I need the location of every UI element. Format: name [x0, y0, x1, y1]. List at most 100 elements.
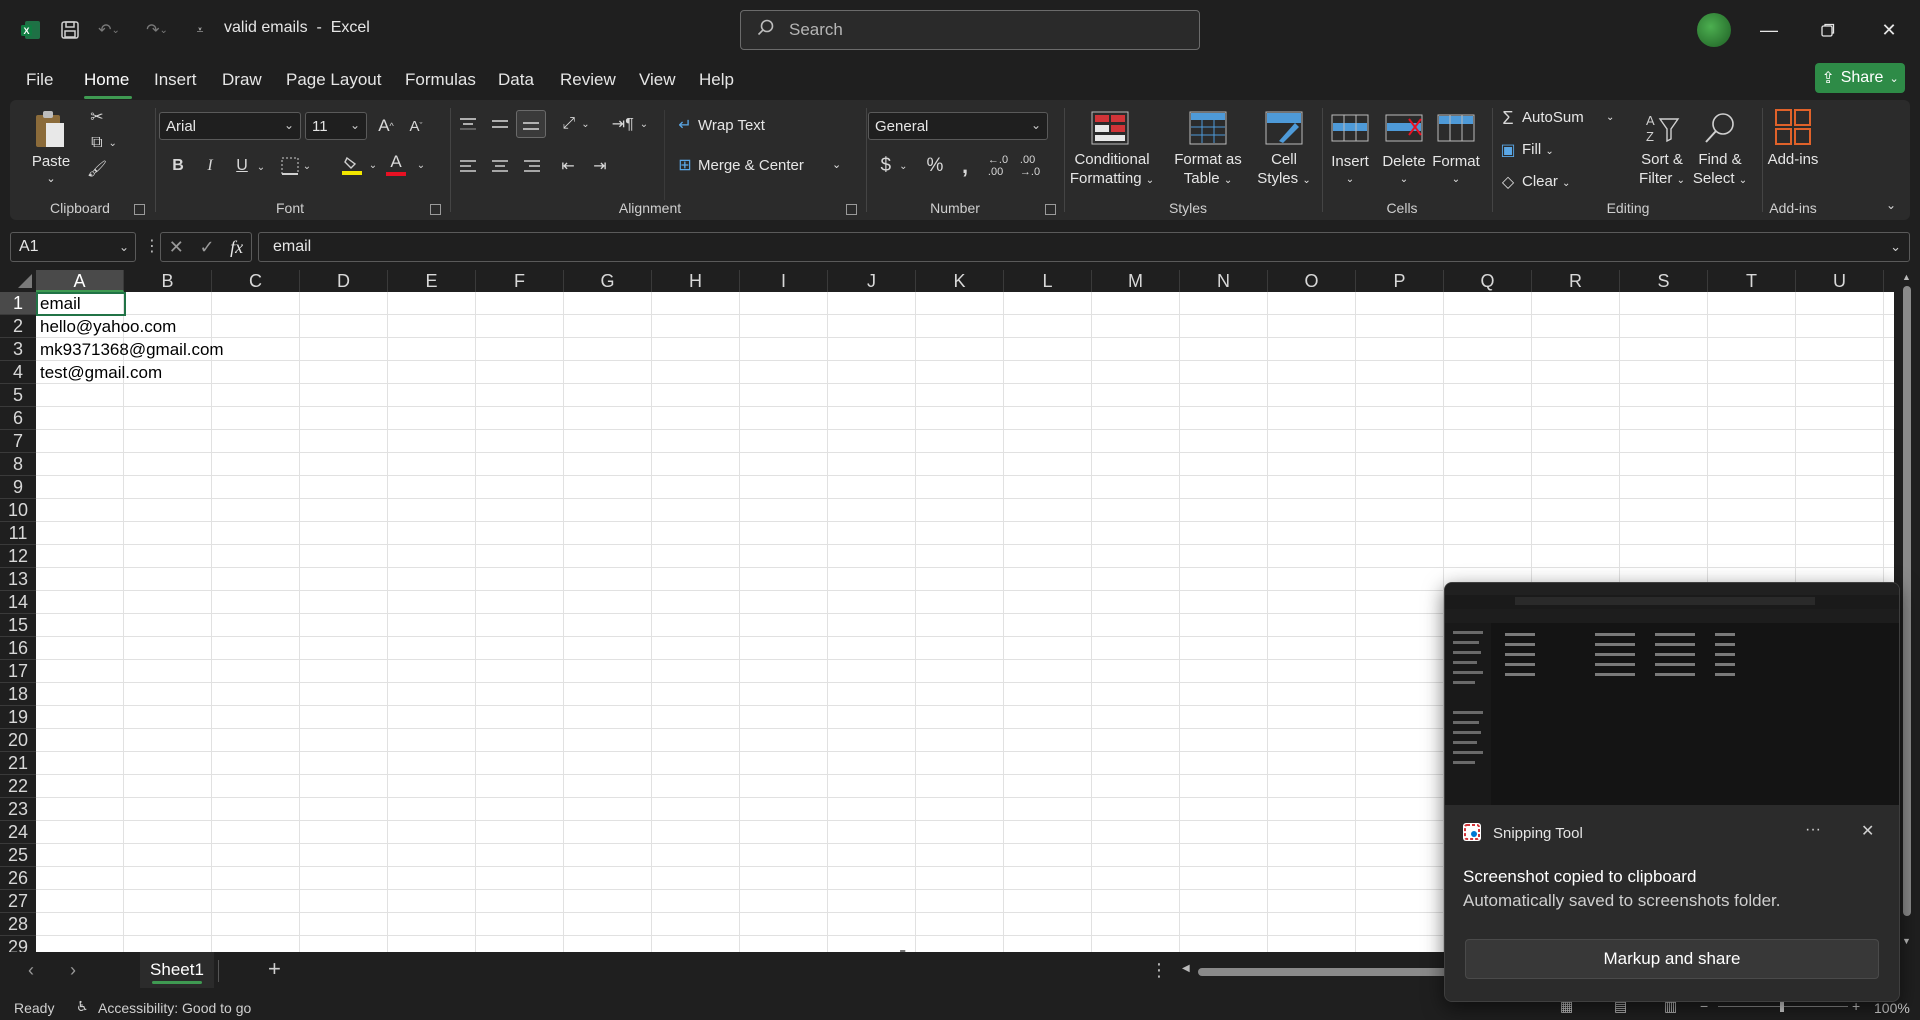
select-all-button[interactable] [0, 270, 36, 292]
row-header-1[interactable]: 1 [0, 292, 36, 315]
row-header-9[interactable]: 9 [0, 476, 36, 499]
dialog-launcher-icon[interactable] [1045, 204, 1056, 215]
column-header-u[interactable]: U [1796, 270, 1884, 292]
borders-icon[interactable]: ⌄ [276, 154, 316, 178]
column-header-d[interactable]: D [300, 270, 388, 292]
row-header-14[interactable]: 14 [0, 591, 36, 614]
add-sheet-button[interactable]: + [268, 956, 281, 982]
cell-a2[interactable]: hello@yahoo.com [40, 315, 176, 338]
row-header-29[interactable]: 29 [0, 936, 36, 952]
column-header-b[interactable]: B [124, 270, 212, 292]
screenshot-preview[interactable] [1445, 583, 1899, 805]
cell-a3[interactable]: mk9371368@gmail.com [40, 338, 224, 361]
align-left-icon[interactable] [454, 154, 482, 178]
sheet-tab-sheet1[interactable]: Sheet1 [140, 952, 214, 988]
tab-help[interactable]: Help [699, 70, 734, 90]
paste-button[interactable]: Paste [24, 152, 78, 171]
row-header-5[interactable]: 5 [0, 384, 36, 407]
column-header-c[interactable]: C [212, 270, 300, 292]
clear-button[interactable]: Clear ⌄ [1522, 172, 1570, 193]
row-header-17[interactable]: 17 [0, 660, 36, 683]
find-select-button[interactable]: Find & Select ⌄ [1688, 150, 1752, 190]
font-color-icon[interactable]: A [384, 150, 408, 178]
tab-data[interactable]: Data [498, 70, 534, 90]
autosum-button[interactable]: AutoSum [1522, 108, 1584, 127]
row-header-22[interactable]: 22 [0, 775, 36, 798]
row-header-21[interactable]: 21 [0, 752, 36, 775]
search-input[interactable]: Search [740, 10, 1200, 50]
row-header-2[interactable]: 2 [0, 315, 36, 338]
undo-icon[interactable]: ↶ ⌄ [92, 17, 126, 43]
row-header-13[interactable]: 13 [0, 568, 36, 591]
scroll-down-icon[interactable]: ▼ [1902, 936, 1911, 946]
tab-page-layout[interactable]: Page Layout [286, 70, 381, 90]
customize-qat-icon[interactable]: ⩡ [190, 17, 210, 43]
zoom-level[interactable]: 100% [1874, 1000, 1910, 1016]
decrease-indent-icon[interactable]: ⇤ [554, 154, 582, 178]
conditional-formatting-button[interactable]: Conditional Formatting ⌄ [1068, 150, 1156, 190]
insert-function-icon[interactable]: fx [230, 237, 243, 258]
close-icon[interactable]: ✕ [1866, 12, 1912, 48]
tab-draw[interactable]: Draw [222, 70, 262, 90]
tab-formulas[interactable]: Formulas [405, 70, 476, 90]
chevron-down-icon[interactable]: ⌄ [24, 170, 78, 189]
row-header-23[interactable]: 23 [0, 798, 36, 821]
text-direction-icon[interactable]: ⇥¶ ⌄ [608, 112, 652, 136]
number-format-dropdown[interactable]: General ⌄ [868, 112, 1048, 140]
collapse-ribbon-icon[interactable]: ⌄ [1882, 196, 1900, 214]
row-header-25[interactable]: 25 [0, 844, 36, 867]
italic-button[interactable]: I [198, 154, 222, 178]
row-header-20[interactable]: 20 [0, 729, 36, 752]
format-button[interactable]: Format [1426, 152, 1486, 171]
cell-a4[interactable]: test@gmail.com [40, 361, 162, 384]
column-header-f[interactable]: F [476, 270, 564, 292]
column-header-k[interactable]: K [916, 270, 1004, 292]
scroll-left-icon[interactable]: ◀ [1182, 963, 1190, 974]
row-header-4[interactable]: 4 [0, 361, 36, 384]
scroll-thumb[interactable] [1903, 286, 1911, 916]
chevron-down-icon[interactable]: ⌄ [1374, 170, 1434, 189]
restore-icon[interactable] [1805, 12, 1851, 48]
chevron-down-icon[interactable]: ⌄ [1320, 170, 1380, 189]
sort-filter-button[interactable]: Sort & Filter ⌄ [1630, 150, 1694, 190]
row-header-28[interactable]: 28 [0, 913, 36, 936]
dialog-launcher-icon[interactable] [134, 204, 145, 215]
chevron-right-icon[interactable]: › [70, 960, 76, 981]
dialog-launcher-icon[interactable] [430, 204, 441, 215]
tab-insert[interactable]: Insert [154, 70, 197, 90]
row-header-6[interactable]: 6 [0, 407, 36, 430]
row-header-24[interactable]: 24 [0, 821, 36, 844]
chevron-down-icon[interactable]: ⌄ [254, 156, 268, 178]
name-box[interactable]: A1 ⌄ [10, 232, 136, 262]
cancel-icon[interactable]: ✕ [169, 237, 184, 258]
row-header-8[interactable]: 8 [0, 453, 36, 476]
decrease-decimal-icon[interactable]: .00 →.0 [1016, 154, 1044, 178]
more-options-icon[interactable]: ··· [1805, 821, 1821, 839]
close-icon[interactable]: ✕ [1861, 821, 1874, 841]
row-header-16[interactable]: 16 [0, 637, 36, 660]
comma-style-icon[interactable]: , [954, 153, 976, 178]
column-header-a[interactable]: A [36, 270, 124, 292]
increase-font-icon[interactable]: A ^ [374, 114, 398, 138]
column-header-m[interactable]: M [1092, 270, 1180, 292]
more-options-icon[interactable]: ⋮ [144, 236, 160, 256]
align-right-icon[interactable] [518, 154, 546, 178]
format-painter-icon[interactable]: 🖌 [86, 158, 108, 180]
copy-icon[interactable]: ⧉ ⌄ [86, 132, 122, 154]
paste-icon[interactable] [30, 108, 70, 152]
column-header-s[interactable]: S [1620, 270, 1708, 292]
row-header-11[interactable]: 11 [0, 522, 36, 545]
merge-center-button[interactable]: Merge & Center [698, 156, 804, 175]
snipping-tool-notification[interactable]: Snipping Tool ··· ✕ Screenshot copied to… [1444, 582, 1900, 1002]
currency-icon[interactable]: $ ⌄ [872, 154, 916, 178]
format-as-table-button[interactable]: Format as Table ⌄ [1166, 150, 1250, 190]
row-header-12[interactable]: 12 [0, 545, 36, 568]
check-icon[interactable]: ✓ [199, 237, 214, 258]
more-options-icon[interactable]: ⋮ [1150, 960, 1168, 981]
accessibility-status[interactable]: Accessibility: Good to go [98, 1000, 251, 1016]
align-top-icon[interactable] [454, 112, 482, 136]
minimize-icon[interactable]: — [1746, 12, 1792, 48]
column-header-t[interactable]: T [1708, 270, 1796, 292]
row-header-3[interactable]: 3 [0, 338, 36, 361]
avatar[interactable] [1697, 13, 1731, 47]
